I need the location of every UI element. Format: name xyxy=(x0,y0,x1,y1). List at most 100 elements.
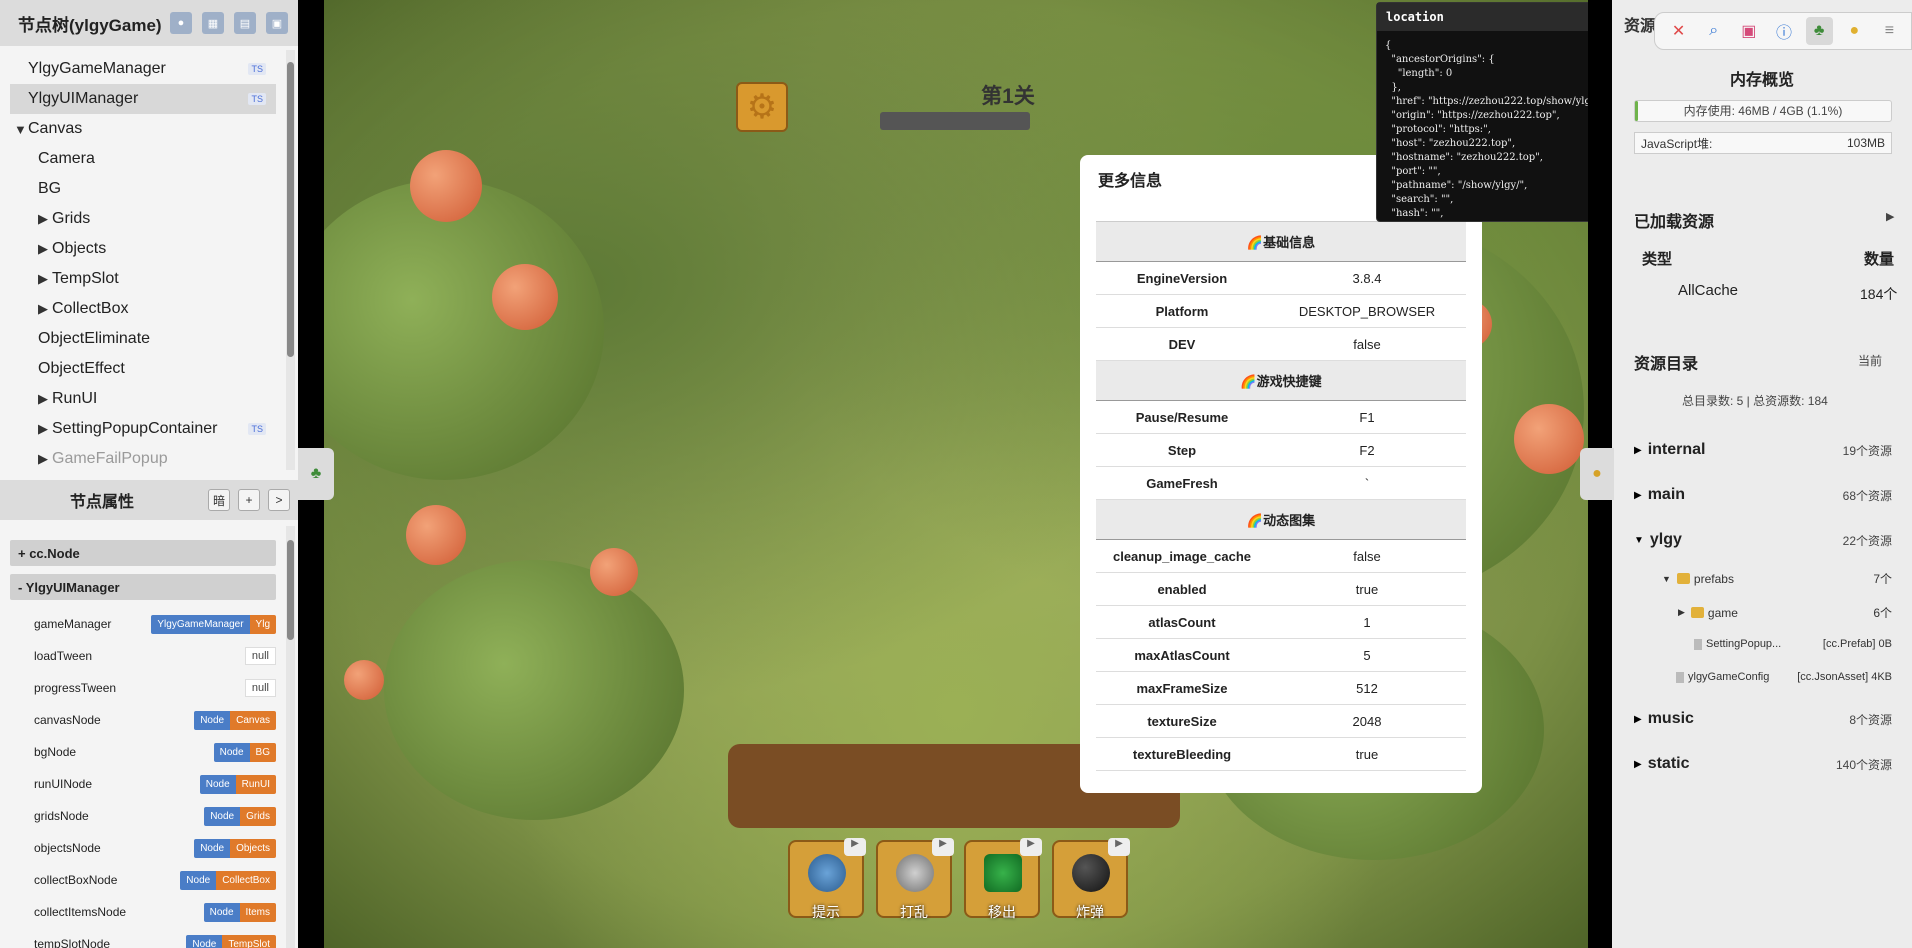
memory-title: 内存概览 xyxy=(1729,72,1794,89)
tool-bomb-button[interactable]: ▶ 炸弹 xyxy=(1052,838,1130,920)
caret-right-icon[interactable]: ▶ xyxy=(38,301,52,317)
caret-down-icon[interactable]: ▼ xyxy=(14,122,28,137)
tree-node-row[interactable]: ▶ TempSlot xyxy=(10,264,276,294)
section-cc-node[interactable]: + cc.Node xyxy=(10,540,276,566)
caret-icon: ▶ xyxy=(1634,758,1642,770)
allcache-count: 184个 xyxy=(1860,286,1898,302)
table-row: Platform DESKTOP_BROWSER xyxy=(1096,294,1466,328)
bulb-icon[interactable]: ● xyxy=(1841,17,1868,45)
tree-node-row[interactable]: YlgyGameManager TS xyxy=(10,54,276,84)
file-setting-popup[interactable]: SettingPopup... [cc.Prefab] 0B xyxy=(1694,638,1892,650)
tree-node-row[interactable]: ▼ Canvas xyxy=(10,114,276,144)
prop-value[interactable]: Node CollectBox xyxy=(180,870,276,890)
tree-node-row[interactable]: ▶ CollectBox xyxy=(10,294,276,324)
tree-node-row[interactable]: ▶ GameFailPopup xyxy=(10,444,276,470)
dir-music[interactable]: ▶ music 8个资源 xyxy=(1634,706,1892,732)
tree-icon[interactable]: ♣ xyxy=(1805,17,1833,45)
table-row: textureBleeding true xyxy=(1096,737,1466,771)
location-json-text: { "ancestorOrigins": { "length": 0 }, "h… xyxy=(1385,40,1588,219)
folder-count: 7个 xyxy=(1873,572,1892,586)
table-row: textureSize 2048 xyxy=(1096,704,1466,738)
panel-title: 资源 xyxy=(1624,18,1657,35)
menu-icon[interactable]: ≡ xyxy=(1876,17,1903,45)
table-row: enabled true xyxy=(1096,572,1466,606)
info-icon[interactable]: ⓘ xyxy=(1770,17,1797,45)
tree-node-row[interactable]: ObjectEliminate xyxy=(10,324,276,354)
caret-right-icon[interactable]: ▶ xyxy=(38,271,52,287)
null-value: null xyxy=(244,647,276,665)
folder-game[interactable]: ▶ game 6个 xyxy=(1678,604,1892,621)
memory-usage-bar: 内存使用: 46MB / 4GB (1.1%) xyxy=(1634,100,1892,122)
game-view[interactable]: ⚙ 第1关 ▶ 提示 ▶ 打乱 ▶ 移出 ▶ 炸弹 更多信息 🌈基础信息 Eng… xyxy=(324,0,1588,948)
bulb-toggle-tab[interactable]: ● xyxy=(1580,448,1614,500)
dir-internal[interactable]: ▶ internal 19个资源 xyxy=(1634,437,1892,463)
props-scrollbar[interactable] xyxy=(286,526,295,948)
prop-value[interactable]: YlgyGameManager Ylg xyxy=(151,614,276,634)
tree-node-row[interactable]: ObjectEffect xyxy=(10,354,276,384)
folder-prefabs[interactable]: ▼ prefabs 7个 xyxy=(1662,570,1892,587)
prop-value[interactable]: Node BG xyxy=(213,742,276,762)
caret-right-icon[interactable]: ▶ xyxy=(38,421,52,437)
caret-icon: ▶ xyxy=(1678,607,1685,617)
tree-node-row[interactable]: Camera xyxy=(10,144,276,174)
prop-value[interactable]: Node Canvas xyxy=(194,710,276,730)
loaded-title[interactable]: 已加载资源 xyxy=(1634,208,1714,232)
tree-node-row[interactable]: ▶ Grids xyxy=(10,204,276,234)
dir-current[interactable]: 当前 xyxy=(1858,352,1882,369)
tree-node-row[interactable]: YlgyUIManager TS xyxy=(10,84,276,114)
prop-key: collectBoxNode xyxy=(34,873,118,887)
caret-right-icon[interactable]: ▶ xyxy=(38,241,52,257)
prop-value[interactable]: null xyxy=(244,647,276,665)
user-icon[interactable]: ● xyxy=(170,12,192,34)
prop-value[interactable]: Node TempSlot xyxy=(186,934,276,948)
tool-hint-button[interactable]: ▶ 提示 xyxy=(788,838,866,920)
toolbox-icon[interactable]: ▣ xyxy=(1735,17,1762,45)
row-key: enabled xyxy=(1096,572,1268,606)
table-row: atlasCount 1 xyxy=(1096,605,1466,639)
expand-arrow-icon[interactable]: ▶ xyxy=(1886,210,1894,223)
image-icon[interactable]: ▦ xyxy=(202,12,224,34)
prop-value[interactable]: null xyxy=(244,679,276,697)
prop-value[interactable]: Node Grids xyxy=(204,806,276,826)
tree-node-label: SettingPopupContainer xyxy=(52,420,218,437)
tree-node-row[interactable]: BG xyxy=(10,174,276,204)
file-name: ylgyGameConfig xyxy=(1688,671,1770,683)
scrollbar-thumb[interactable] xyxy=(287,540,294,640)
panel-header: 节点树(ylgyGame) ● ▦ ▤ ▣ xyxy=(0,0,298,46)
chart-icon[interactable]: ▤ xyxy=(234,12,256,34)
tree-toggle-tab[interactable]: ♣ xyxy=(298,448,334,500)
tree-node-row[interactable]: ▶ RunUI xyxy=(10,384,276,414)
tree-scrollbar[interactable] xyxy=(286,50,295,470)
row-key: atlasCount xyxy=(1096,605,1268,639)
file-game-config[interactable]: ylgyGameConfig [cc.JsonAsset] 4KB xyxy=(1676,671,1892,683)
prop-value[interactable]: Node Objects xyxy=(194,838,276,858)
section-ylgy-ui-manager[interactable]: - YlgyUIManager xyxy=(10,574,276,600)
file-meta: [cc.JsonAsset] 4KB xyxy=(1797,671,1892,683)
caret-icon: ▶ xyxy=(1634,444,1642,456)
caret-right-icon[interactable]: ▶ xyxy=(38,451,52,467)
tree-node-row[interactable]: ▶ SettingPopupContainer TS xyxy=(10,414,276,444)
add-button[interactable]: + xyxy=(238,489,260,511)
fruit-decoration xyxy=(492,264,558,330)
caret-right-icon[interactable]: ▶ xyxy=(38,211,52,227)
node-tree-panel: 节点树(ylgyGame) ● ▦ ▤ ▣ YlgyGameManager TS Y… xyxy=(0,0,298,948)
tool-shuffle-button[interactable]: ▶ 打乱 xyxy=(876,838,954,920)
settings-gear-button[interactable]: ⚙ xyxy=(736,82,788,132)
prop-value[interactable]: Node RunUI xyxy=(199,774,276,794)
props-header: 节点属性 暗 + > xyxy=(0,480,298,520)
bush-decoration xyxy=(384,560,684,820)
node-name-badge: CollectBox xyxy=(216,870,276,890)
prop-value[interactable]: Node Items xyxy=(203,902,276,922)
close-icon[interactable]: ✕ xyxy=(1665,17,1692,45)
dir-static[interactable]: ▶ static 140个资源 xyxy=(1634,751,1892,777)
tool-remove-button[interactable]: ▶ 移出 xyxy=(964,838,1042,920)
picture-icon[interactable]: ▣ xyxy=(266,12,288,34)
scrollbar-thumb[interactable] xyxy=(287,62,294,357)
caret-right-icon[interactable]: ▶ xyxy=(38,391,52,407)
dir-ylgy[interactable]: ▼ ylgy 22个资源 xyxy=(1634,527,1892,553)
expand-button[interactable]: > xyxy=(268,489,290,511)
dark-mode-button[interactable]: 暗 xyxy=(208,489,230,511)
tree-node-row[interactable]: ▶ Objects xyxy=(10,234,276,264)
dir-main[interactable]: ▶ main 68个资源 xyxy=(1634,482,1892,508)
search-icon[interactable]: ⌕ xyxy=(1700,17,1727,45)
